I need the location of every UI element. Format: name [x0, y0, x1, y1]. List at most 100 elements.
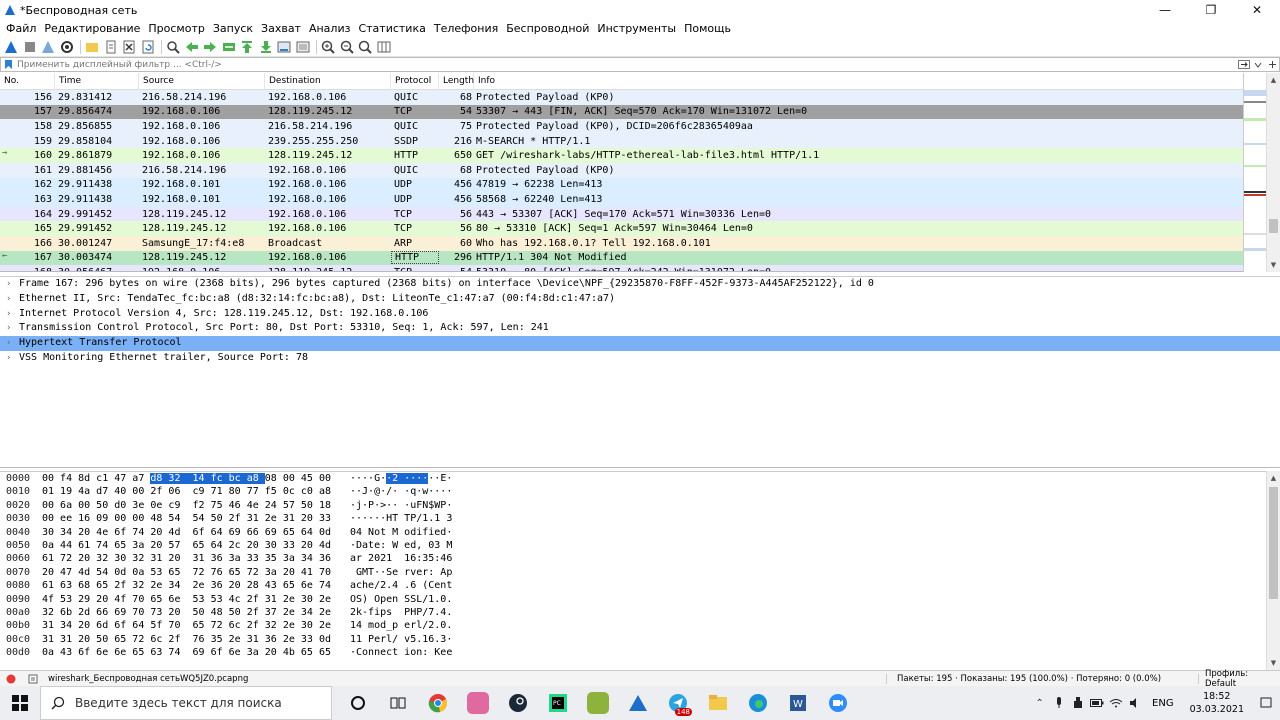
go-to-packet-button[interactable]	[221, 39, 237, 55]
column-source[interactable]: Source	[139, 73, 265, 90]
wifi-icon[interactable]	[1106, 686, 1125, 720]
open-file-button[interactable]	[84, 39, 100, 55]
bytes-scrollbar[interactable]: ▲ ▼	[1266, 471, 1280, 670]
bytes-ascii[interactable]: OS) Open SSL/1.0.	[350, 593, 460, 606]
packet-row[interactable]: 16830.056467192.168.0.106128.119.245.12T…	[0, 265, 1280, 271]
expert-info-icon[interactable]	[0, 674, 22, 684]
taskbar-search-box[interactable]: Введите здесь текст для поиска	[40, 686, 332, 720]
scroll-thumb[interactable]	[1269, 219, 1278, 233]
game-app[interactable]	[578, 686, 618, 720]
column-no[interactable]: No.	[0, 73, 55, 90]
wireshark-app[interactable]	[618, 686, 658, 720]
capture-file-properties-icon[interactable]	[22, 674, 44, 684]
bytes-hex[interactable]: 00 ee 16 09 00 00 48 54 54 50 2f 31 2e 3…	[42, 512, 350, 525]
bytes-scroll-thumb[interactable]	[1269, 487, 1278, 599]
stop-capture-button[interactable]	[22, 39, 38, 55]
menu-view[interactable]: Просмотр	[144, 22, 208, 35]
filter-dropdown-button[interactable]	[1251, 58, 1265, 71]
edge-app[interactable]	[738, 686, 778, 720]
packet-list-scrollbar[interactable]: ▲ ▼	[1266, 73, 1280, 272]
menu-wireless[interactable]: Беспроводной	[502, 22, 593, 35]
menu-telephony[interactable]: Телефония	[430, 22, 502, 35]
go-back-button[interactable]	[184, 39, 200, 55]
reload-file-button[interactable]	[140, 39, 156, 55]
bytes-hex[interactable]: 31 31 20 50 65 72 6c 2f 76 35 2e 31 36 2…	[42, 633, 350, 646]
detail-tree-item[interactable]: › VSS Monitoring Ethernet trailer, Source…	[0, 351, 1280, 366]
packet-row[interactable]: 158 29.856855 192.168.0.106 216.58.214.196 Q…	[0, 119, 1280, 134]
go-last-button[interactable]	[258, 39, 274, 55]
menu-edit[interactable]: Редактирование	[40, 22, 144, 35]
packet-row[interactable]: 164 29.991452 128.119.245.12 192.168.0.106 T…	[0, 206, 1280, 222]
bytes-hex[interactable]: 00 6a 00 50 d0 3e 0e c9 f2 75 46 4e 24 5…	[42, 499, 350, 512]
expand-arrow-icon[interactable]: ›	[6, 321, 19, 336]
colorize-button[interactable]	[295, 39, 311, 55]
media-app[interactable]	[458, 686, 498, 720]
start-capture-button[interactable]	[3, 39, 19, 55]
minimize-button[interactable]: —	[1142, 0, 1188, 20]
menu-statistics[interactable]: Статистика	[354, 22, 429, 35]
zoom-app[interactable]	[818, 686, 858, 720]
zoom-normal-button[interactable]	[357, 39, 373, 55]
menu-capture[interactable]: Захват	[257, 22, 305, 35]
microphone-icon[interactable]	[1049, 686, 1068, 720]
packet-row[interactable]: 161 29.881456 216.58.214.196 192.168.0.106 Q…	[0, 162, 1280, 178]
find-packet-button[interactable]	[165, 39, 181, 55]
bytes-ascii[interactable]: ·Date: W ed, 03 M	[350, 539, 460, 552]
steam-app[interactable]	[498, 686, 538, 720]
input-language[interactable]: ENG	[1144, 698, 1182, 709]
bytes-ascii[interactable]: 04 Not M odified·	[350, 526, 460, 539]
expand-arrow-icon[interactable]: ›	[6, 277, 19, 292]
bytes-ascii[interactable]: 14 mod_p erl/2.0.	[350, 619, 460, 632]
packet-row[interactable]: 167 30.003474 128.119.245.12 192.168.0.106 H…	[0, 250, 1280, 266]
packet-row[interactable]: 157 29.856474 192.168.0.106 128.119.245.12 T…	[0, 104, 1280, 120]
expand-arrow-icon[interactable]: ›	[6, 336, 19, 351]
capture-options-button[interactable]	[59, 39, 75, 55]
close-file-button[interactable]	[121, 39, 137, 55]
resize-columns-button[interactable]	[376, 39, 392, 55]
save-file-button[interactable]	[103, 39, 119, 55]
menu-help[interactable]: Помощь	[680, 22, 735, 35]
packet-row[interactable]: 166 30.001247 SamsungE_17:f4:e8 Broadcast AR…	[0, 235, 1280, 251]
bytes-hex[interactable]: 01 19 4a d7 40 00 2f 06 c9 71 80 77 f5 0…	[42, 485, 350, 498]
go-first-button[interactable]	[239, 39, 255, 55]
explorer-app[interactable]	[698, 686, 738, 720]
packet-row[interactable]: 156 29.831412 216.58.214.196 192.168.0.106 Q…	[0, 90, 1280, 105]
bytes-ascii[interactable]: ·Connect ion: Kee	[350, 646, 460, 659]
bytes-hex[interactable]: 0a 44 61 74 65 3a 20 57 65 64 2c 20 30 3…	[42, 539, 350, 552]
maximize-button[interactable]: ❐	[1188, 0, 1234, 20]
packet-minimap[interactable]	[1243, 73, 1267, 272]
menu-go[interactable]: Запуск	[209, 22, 257, 35]
go-forward-button[interactable]	[202, 39, 218, 55]
packet-row[interactable]: 163 29.911438 192.168.0.101 192.168.0.106 UD…	[0, 192, 1280, 207]
bytes-ascii[interactable]: ·j·P·>·· ·uFN$WP·	[350, 499, 460, 512]
detail-tree-item[interactable]: › Internet Protocol Version 4, Src: 128.1…	[0, 307, 1280, 322]
notifications-icon[interactable]	[1252, 686, 1280, 720]
bytes-hex[interactable]: 0a 43 6f 6e 6e 65 63 74 69 6f 6e 3a 20 4…	[42, 646, 350, 659]
bytes-ascii[interactable]: ····G··2 ······E·	[350, 472, 460, 485]
start-button[interactable]	[0, 686, 40, 720]
column-time[interactable]: Time	[55, 73, 139, 90]
detail-tree-item[interactable]: › Transmission Control Protocol, Src Port…	[0, 321, 1280, 336]
packet-row[interactable]: 165 29.991452 128.119.245.12 192.168.0.106 T…	[0, 221, 1280, 236]
column-destination[interactable]: Destination	[265, 73, 391, 90]
bytes-ascii[interactable]: ··J·@·/· ·q·w····	[350, 485, 460, 498]
scroll-down-button[interactable]: ▼	[1267, 258, 1280, 272]
bytes-hex[interactable]: 61 72 20 32 30 32 31 20 31 36 3a 33 35 3…	[42, 552, 350, 565]
task-view-button[interactable]	[378, 686, 418, 720]
bytes-ascii[interactable]: GMT··Se rver: Ap	[350, 566, 460, 579]
menu-tools[interactable]: Инструменты	[593, 22, 680, 35]
chrome-app[interactable]	[418, 686, 458, 720]
bytes-hex[interactable]: 4f 53 29 20 4f 70 65 6e 53 53 4c 2f 31 2…	[42, 593, 350, 606]
zoom-out-button[interactable]	[339, 39, 355, 55]
expand-arrow-icon[interactable]: ›	[6, 307, 19, 322]
bytes-ascii[interactable]: ache/2.4 .6 (Cent	[350, 579, 460, 592]
scroll-up-button[interactable]: ▲	[1267, 73, 1280, 87]
cortana-button[interactable]	[338, 686, 378, 720]
auto-scroll-button[interactable]	[276, 39, 292, 55]
bytes-hex[interactable]: 30 34 20 4e 6f 74 20 4d 6f 64 69 66 69 6…	[42, 526, 350, 539]
column-protocol[interactable]: Protocol	[391, 73, 439, 90]
expand-arrow-icon[interactable]: ›	[6, 351, 19, 366]
bytes-ascii[interactable]: ar 2021 16:35:46	[350, 552, 460, 565]
bytes-hex[interactable]: 32 6b 2d 66 69 70 73 20 50 48 50 2f 37 2…	[42, 606, 350, 619]
bytes-hex[interactable]: 00 f4 8d c1 47 a7 d8 32 14 fc bc a8 08 0…	[42, 472, 350, 485]
